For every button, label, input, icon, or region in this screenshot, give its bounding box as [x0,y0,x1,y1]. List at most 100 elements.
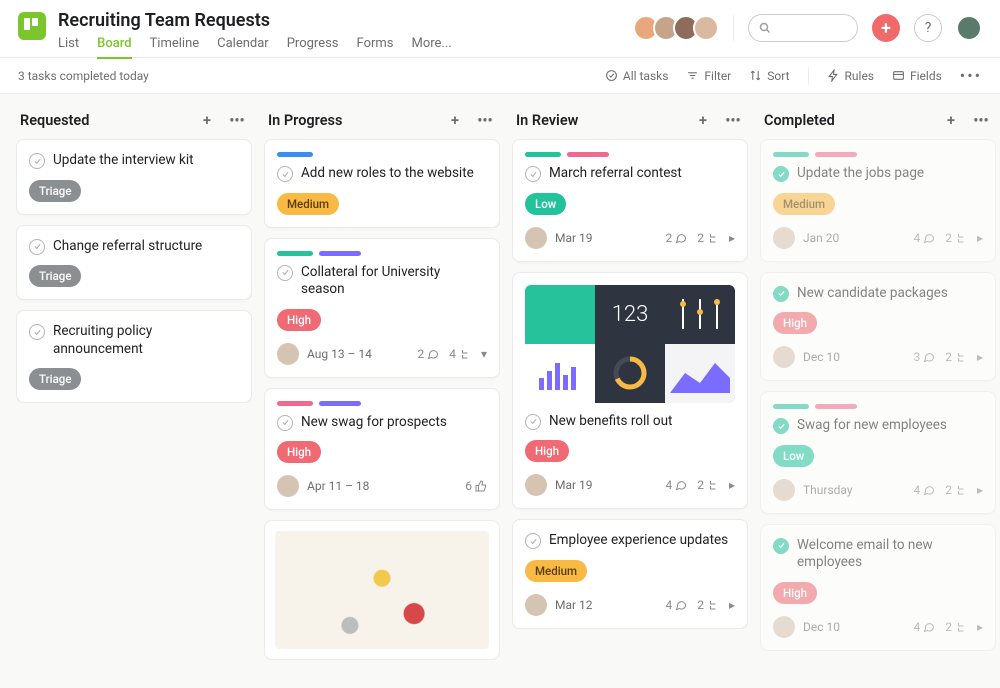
task-card[interactable] [264,520,500,660]
task-title: New swag for prospects [301,414,447,432]
subtask-count: 4 [449,347,471,361]
arrow-right-icon: ▸ [977,483,983,497]
complete-toggle[interactable] [773,538,789,554]
task-title: Employee experience updates [549,532,728,550]
tab-progress[interactable]: Progress [287,36,339,59]
rules-button[interactable]: Rules [827,69,874,83]
comment-icon [427,348,439,360]
search-input[interactable] [748,14,858,42]
task-card[interactable]: Add new roles to the website Medium [264,139,500,228]
custom-field-pill [525,152,561,157]
complete-toggle[interactable] [29,239,45,255]
priority-tag: Triage [29,368,81,390]
task-title: New candidate packages [797,285,948,303]
comment-count: 4 [913,483,935,497]
fields-button[interactable]: Fields [892,69,942,83]
comment-count: 3 [913,350,935,364]
task-card[interactable]: Change referral structure Triage [16,225,252,301]
complete-toggle[interactable] [277,265,293,281]
custom-field-pill [815,404,857,409]
check-circle-icon [605,69,618,82]
add-task-button[interactable]: + [692,112,714,129]
filter-button[interactable]: Filter [686,69,731,83]
task-card[interactable]: Employee experience updates Medium Mar 1… [512,519,748,629]
more-button[interactable]: ••• [960,66,982,85]
all-tasks-button[interactable]: All tasks [605,69,669,83]
filter-label: Filter [704,69,731,83]
custom-field-pill [277,401,313,406]
custom-field-pill [567,152,609,157]
custom-field-pill [319,251,361,256]
task-card[interactable]: New candidate packages High Dec 10 3 2 ▸ [760,272,996,382]
complete-toggle[interactable] [773,418,789,434]
lightning-icon [827,69,840,82]
priority-tag: Triage [29,180,81,202]
priority-tag: Low [773,445,814,467]
arrow-right-icon: ▸ [729,598,735,612]
task-title: Collateral for University season [301,264,487,299]
arrow-right-icon: ▸ [729,231,735,245]
complete-toggle[interactable] [525,533,541,549]
add-task-button[interactable]: + [196,112,218,129]
assignee-avatar [525,227,547,249]
column-header: Completed + ••• [760,108,996,139]
column-more-button[interactable]: ••• [970,112,992,129]
task-card[interactable]: Update the interview kit Triage [16,139,252,215]
add-task-button[interactable]: + [940,112,962,129]
complete-toggle[interactable] [525,166,541,182]
column-completed: Completed + ••• Update the jobs page Med… [760,108,996,674]
custom-field-pill [319,401,361,406]
complete-toggle[interactable] [277,166,293,182]
complete-toggle[interactable] [29,324,45,340]
task-title: Change referral structure [53,238,202,256]
chevron-down-icon: ▾ [481,347,487,361]
subtask-count: 2 [945,231,967,245]
tab-more[interactable]: More... [412,36,452,59]
comment-count: 4 [665,598,687,612]
tab-board[interactable]: Board [97,36,131,59]
priority-tag: Medium [277,193,339,215]
completed-today-status: 3 tasks completed today [18,69,587,83]
fields-icon [892,69,905,82]
complete-toggle[interactable] [277,415,293,431]
priority-tag: High [773,582,817,604]
task-card[interactable]: Swag for new employees Low Thursday 4 2 … [760,391,996,514]
task-card[interactable]: March referral contest Low Mar 19 2 2 ▸ [512,139,748,262]
priority-tag: High [525,440,569,462]
column-more-button[interactable]: ••• [226,112,248,129]
task-card[interactable]: Update the jobs page Medium Jan 20 4 2 ▸ [760,139,996,262]
due-date: Jan 20 [803,231,839,245]
arrow-right-icon: ▸ [977,620,983,634]
complete-toggle[interactable] [525,414,541,430]
column-more-button[interactable]: ••• [474,112,496,129]
add-task-button[interactable]: + [444,112,466,129]
priority-tag: High [277,309,321,331]
project-tabs: List Board Timeline Calendar Progress Fo… [58,36,452,59]
tab-calendar[interactable]: Calendar [217,36,269,59]
complete-toggle[interactable] [29,153,45,169]
priority-tag: Medium [525,560,587,582]
complete-toggle[interactable] [773,166,789,182]
arrow-right-icon: ▸ [977,350,983,364]
arrow-right-icon: ▸ [977,231,983,245]
due-date: Mar 19 [555,478,593,492]
sort-button[interactable]: Sort [749,69,789,83]
column-more-button[interactable]: ••• [722,112,744,129]
project-title-block: Recruiting Team Requests List Board Time… [58,10,452,59]
task-card[interactable]: New swag for prospects High Apr 11 – 18 … [264,388,500,511]
task-card[interactable]: 123 New benefits roll out High Mar 19 4 [512,272,748,510]
project-logo [18,12,46,40]
global-add-button[interactable]: + [872,14,900,42]
task-card[interactable]: Welcome email to new employees High Dec … [760,524,996,651]
current-user-avatar[interactable] [956,15,982,41]
complete-toggle[interactable] [773,286,789,302]
tab-timeline[interactable]: Timeline [150,36,200,59]
tab-list[interactable]: List [58,36,79,59]
tab-forms[interactable]: Forms [357,36,394,59]
subtask-count: 2 [945,620,967,634]
task-card[interactable]: Collateral for University season High Au… [264,238,500,378]
task-card[interactable]: Recruiting policy announcement Triage [16,310,252,403]
members-avatar-stack[interactable] [639,15,719,41]
like-count: 6 [465,479,487,493]
help-button[interactable]: ? [914,14,942,42]
